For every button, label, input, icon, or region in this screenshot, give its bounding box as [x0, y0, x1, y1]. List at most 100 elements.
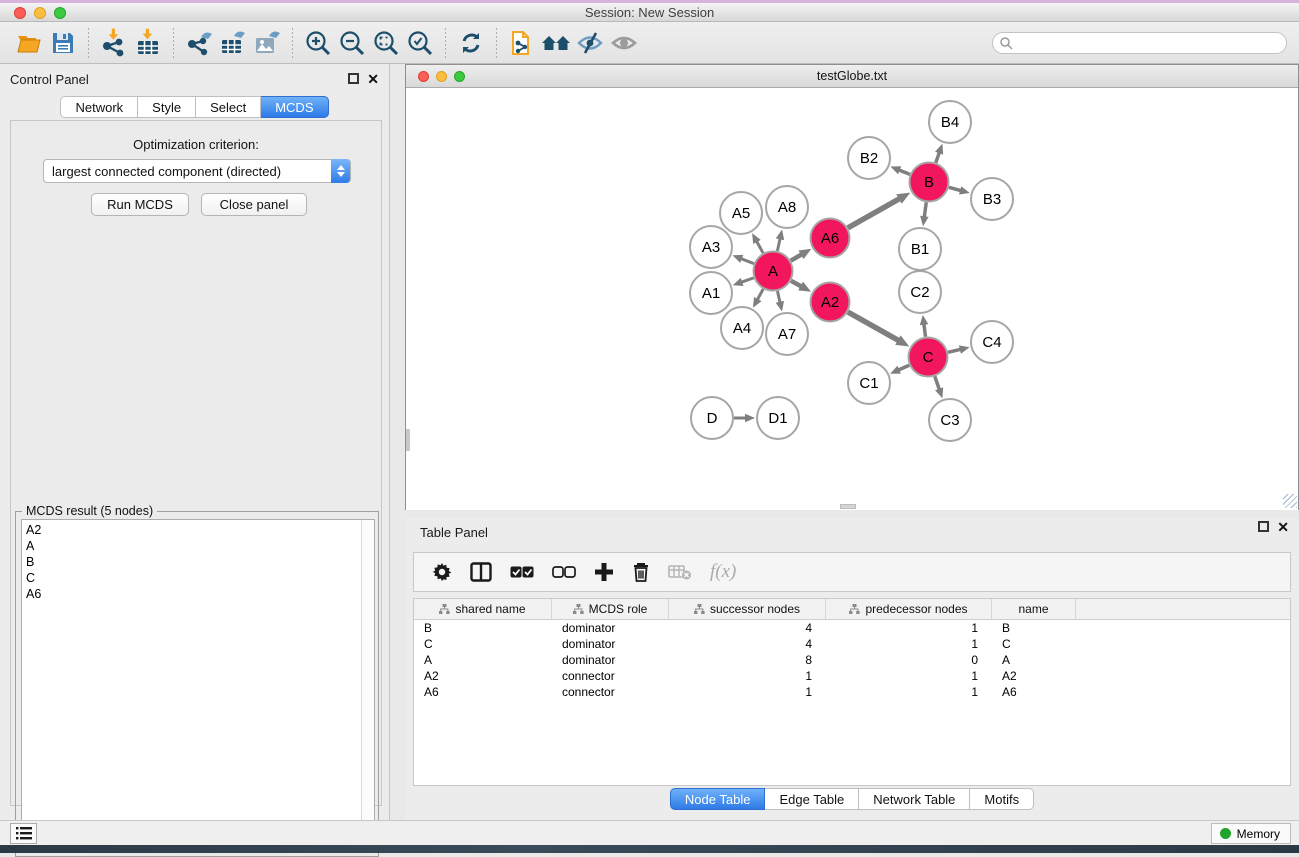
column-header-shared-name[interactable]: shared name — [414, 599, 552, 619]
table-cell[interactable]: 1 — [826, 636, 992, 652]
first-neighbors-icon[interactable] — [505, 26, 539, 60]
columns-icon[interactable] — [470, 562, 492, 582]
table-cell[interactable]: A6 — [414, 684, 552, 700]
function-icon[interactable]: f(x) — [710, 561, 736, 583]
export-table-icon[interactable] — [216, 26, 250, 60]
close-panel-button[interactable]: Close panel — [201, 193, 307, 216]
table-row[interactable]: A6connector11A6 — [414, 684, 1290, 700]
zoom-window-button[interactable] — [54, 7, 66, 19]
select-all-icon[interactable] — [510, 565, 534, 579]
minimize-view-button[interactable] — [436, 71, 447, 82]
refresh-icon[interactable] — [454, 26, 488, 60]
zoom-selected-icon[interactable] — [403, 26, 437, 60]
mcds-result-item[interactable]: A — [26, 538, 374, 554]
table-cell[interactable]: A — [992, 652, 1076, 668]
table-cell[interactable]: A2 — [414, 668, 552, 684]
tab-edge-table[interactable]: Edge Table — [765, 788, 859, 810]
table-cell[interactable]: dominator — [552, 652, 669, 668]
table-cell[interactable]: connector — [552, 684, 669, 700]
column-header-name[interactable]: name — [992, 599, 1076, 619]
mcds-result-item[interactable]: A6 — [26, 586, 374, 602]
save-icon[interactable] — [46, 26, 80, 60]
tab-style[interactable]: Style — [138, 96, 196, 118]
gear-icon[interactable] — [432, 562, 452, 582]
close-window-button[interactable] — [14, 7, 26, 19]
zoom-view-button[interactable] — [454, 71, 465, 82]
add-icon[interactable] — [594, 562, 614, 582]
graph-edge-A2-C[interactable] — [848, 312, 901, 342]
import-network-icon[interactable] — [97, 26, 131, 60]
graph-node-label: D — [707, 410, 718, 427]
node-table[interactable]: shared nameMCDS rolesuccessor nodesprede… — [413, 598, 1291, 786]
graph-edge-A6-B[interactable] — [848, 197, 903, 228]
column-header-MCDS-role[interactable]: MCDS role — [552, 599, 669, 619]
table-cell[interactable]: 8 — [669, 652, 826, 668]
tab-mcds[interactable]: MCDS — [261, 96, 328, 118]
search-input[interactable] — [992, 32, 1287, 54]
memory-button[interactable]: Memory — [1211, 823, 1291, 844]
import-table-icon[interactable] — [131, 26, 165, 60]
tab-motifs[interactable]: Motifs — [970, 788, 1034, 810]
column-header-successor-nodes[interactable]: successor nodes — [669, 599, 826, 619]
table-cell[interactable]: B — [414, 620, 552, 636]
table-cell[interactable]: C — [992, 636, 1076, 652]
vertical-scrollbar-thumb[interactable] — [406, 429, 410, 451]
zoom-out-icon[interactable] — [335, 26, 369, 60]
resize-grip-icon[interactable] — [1283, 494, 1297, 508]
table-cell[interactable]: A2 — [992, 668, 1076, 684]
table-cell[interactable]: connector — [552, 668, 669, 684]
tab-network[interactable]: Network — [60, 96, 138, 118]
table-cell[interactable]: dominator — [552, 636, 669, 652]
table-cell[interactable]: dominator — [552, 620, 669, 636]
close-panel-icon[interactable]: ✕ — [367, 71, 379, 88]
tab-node-table[interactable]: Node Table — [670, 788, 766, 810]
horizontal-scrollbar-thumb[interactable] — [840, 504, 856, 509]
column-header-predecessor-nodes[interactable]: predecessor nodes — [826, 599, 992, 619]
close-panel-icon[interactable]: ✕ — [1277, 519, 1289, 536]
mcds-result-listbox[interactable]: A2ABCA6 — [21, 519, 375, 851]
table-cell[interactable]: 1 — [826, 668, 992, 684]
table-row[interactable]: Cdominator41C — [414, 636, 1290, 652]
delete-table-icon[interactable] — [668, 563, 692, 581]
table-cell[interactable]: C — [414, 636, 552, 652]
show-eye-icon[interactable] — [607, 26, 641, 60]
network-window-titlebar[interactable]: testGlobe.txt — [406, 65, 1298, 88]
float-panel-icon[interactable] — [348, 73, 359, 84]
table-cell[interactable]: 1 — [826, 620, 992, 636]
mcds-result-item[interactable]: C — [26, 570, 374, 586]
table-row[interactable]: Bdominator41B — [414, 620, 1290, 636]
delete-icon[interactable] — [632, 562, 650, 582]
table-cell[interactable]: B — [992, 620, 1076, 636]
home-icon[interactable] — [539, 26, 573, 60]
table-cell[interactable]: A6 — [992, 684, 1076, 700]
table-cell[interactable]: 4 — [669, 636, 826, 652]
close-view-button[interactable] — [418, 71, 429, 82]
export-network-icon[interactable] — [182, 26, 216, 60]
table-cell[interactable]: A — [414, 652, 552, 668]
run-mcds-button[interactable]: Run MCDS — [91, 193, 189, 216]
mcds-result-item[interactable]: A2 — [26, 522, 374, 538]
table-row[interactable]: A2connector11A2 — [414, 668, 1290, 684]
hide-eye-icon[interactable] — [573, 26, 607, 60]
float-panel-icon[interactable] — [1258, 521, 1269, 532]
zoom-in-icon[interactable] — [301, 26, 335, 60]
network-canvas[interactable]: B4B2BB3A5A8A6A3B1AA1C2A2A4A7CC4C1C3DD1 — [406, 89, 1298, 510]
deselect-all-icon[interactable] — [552, 565, 576, 579]
task-history-icon[interactable] — [10, 823, 37, 844]
table-cell[interactable]: 4 — [669, 620, 826, 636]
export-image-icon[interactable] — [250, 26, 284, 60]
table-cell[interactable]: 1 — [669, 668, 826, 684]
tab-select[interactable]: Select — [196, 96, 261, 118]
tab-network-table[interactable]: Network Table — [859, 788, 970, 810]
minimize-window-button[interactable] — [34, 7, 46, 19]
table-row[interactable]: Adominator80A — [414, 652, 1290, 668]
zoom-fit-icon[interactable] — [369, 26, 403, 60]
table-cell[interactable]: 1 — [826, 684, 992, 700]
scrollbar[interactable] — [361, 520, 374, 850]
table-cell[interactable]: 0 — [826, 652, 992, 668]
optimization-criterion-value: largest connected component (directed) — [52, 164, 281, 179]
table-cell[interactable]: 1 — [669, 684, 826, 700]
open-folder-icon[interactable] — [12, 26, 46, 60]
optimization-criterion-select[interactable]: largest connected component (directed) — [43, 159, 351, 183]
mcds-result-item[interactable]: B — [26, 554, 374, 570]
